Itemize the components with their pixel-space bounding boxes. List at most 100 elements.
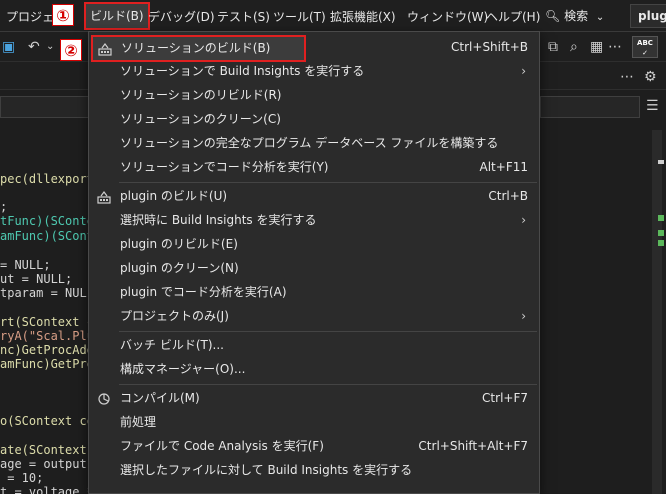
menu-item-build-solution[interactable]: ソリューションのビルド(B)	[91, 35, 306, 62]
menu-item-code-analysis-file[interactable]: ファイルで Code Analysis を実行(F) Ctrl+Shift+Al…	[90, 434, 538, 458]
menu-item-label: ソリューションの完全なプログラム データベース ファイルを構築する	[120, 136, 499, 150]
build-icon	[97, 188, 113, 204]
toolbar-icon-1[interactable]: ⧉	[548, 39, 558, 55]
code-line: = NULL;	[0, 258, 51, 272]
menu-test[interactable]: テスト(S)	[217, 6, 270, 28]
chevron-down-icon: ⌄	[595, 12, 605, 23]
compile-icon	[97, 390, 113, 406]
undo-dropdown-icon[interactable]: ⌄	[46, 39, 54, 55]
menu-item-batch-build[interactable]: バッチ ビルド(T)...	[90, 333, 538, 357]
menu-help[interactable]: ヘルプ(H)	[486, 6, 540, 28]
menu-item-rebuild-plugin[interactable]: plugin のリビルド(E)	[90, 232, 538, 256]
split-icon[interactable]: ☰	[646, 98, 659, 114]
code-line: nc)GetProcAdd	[0, 343, 94, 357]
menu-item-shortcut: Ctrl+B	[488, 189, 528, 203]
menu-item-label: 前処理	[120, 415, 157, 429]
menu-item-build-plugin[interactable]: plugin のビルド(U) Ctrl+B	[90, 184, 538, 208]
menu-item-build-insights-file[interactable]: 選択したファイルに対して Build Insights を実行する	[90, 458, 538, 482]
scroll-marker	[658, 230, 664, 236]
member-dropdown[interactable]	[540, 96, 640, 118]
scope-dropdown[interactable]	[0, 96, 90, 118]
menu-separator	[119, 384, 537, 385]
code-line: ut = NULL;	[0, 272, 73, 286]
annotation-badge-2: ②	[60, 39, 82, 61]
menu-item-code-analysis-plugin[interactable]: plugin でコード分析を実行(A)	[90, 280, 538, 304]
menu-item-label: plugin のビルド(U)	[120, 189, 228, 203]
build-icon	[98, 41, 114, 57]
code-line: rt(SContext c	[0, 315, 94, 329]
annotation-badge-1: ①	[52, 4, 74, 26]
menu-item-label: 選択時に Build Insights を実行する	[120, 213, 317, 227]
menu-item-label: ソリューションのビルド(B)	[121, 41, 271, 55]
search-label: 検索	[564, 9, 589, 23]
vertical-scrollbar[interactable]	[652, 130, 662, 494]
save-icon[interactable]: ▣	[2, 39, 15, 55]
scroll-marker	[658, 240, 664, 246]
menu-item-label: プロジェクトのみ(J)	[120, 309, 229, 323]
spell-check-button[interactable]: ABC ✓	[632, 36, 658, 58]
chevron-right-icon: ›	[521, 64, 526, 78]
menu-bar: プロジェク ① ビルド(B) デバッグ(D) テスト(S) ツール(T) 拡張機…	[0, 0, 666, 32]
code-line: tparam = NULL	[0, 286, 94, 300]
menu-item-label: plugin のリビルド(E)	[120, 237, 238, 251]
menu-item-shortcut: Alt+F11	[479, 160, 528, 174]
menu-item-shortcut: Ctrl+Shift+B	[451, 40, 528, 54]
menu-item-rebuild-solution[interactable]: ソリューションのリビルド(R)	[90, 83, 538, 107]
search-button[interactable]: 🔍︎ 検索 ⌄	[545, 5, 604, 27]
menu-item-build-insights-selection[interactable]: 選択時に Build Insights を実行する ›	[90, 208, 538, 232]
menu-item-label: ソリューションでコード分析を実行(Y)	[120, 160, 329, 174]
chevron-right-icon: ›	[521, 309, 526, 323]
code-line: tFunc)(SConte	[0, 214, 94, 228]
menu-item-label: ソリューションのリビルド(R)	[120, 88, 282, 102]
chevron-right-icon: ›	[521, 213, 526, 227]
menu-item-project-only[interactable]: プロジェクトのみ(J) ›	[90, 304, 538, 328]
menu-item-shortcut: Ctrl+F7	[482, 391, 528, 405]
menu-item-preprocess[interactable]: 前処理	[90, 410, 538, 434]
menu-item-label: 構成マネージャー(O)...	[120, 362, 246, 376]
menu-window[interactable]: ウィンドウ(W)	[407, 6, 488, 28]
more-icon[interactable]: ⋯	[608, 39, 622, 55]
menu-item-label: plugin でコード分析を実行(A)	[120, 285, 287, 299]
code-line: = 10;	[0, 471, 44, 485]
menu-item-configuration-manager[interactable]: 構成マネージャー(O)...	[90, 357, 538, 381]
code-line: ate(SContext	[0, 443, 87, 457]
gear-icon[interactable]: ⚙	[644, 69, 657, 85]
menu-item-compile[interactable]: コンパイル(M) Ctrl+F7	[90, 386, 538, 410]
search-icon: 🔍︎	[545, 9, 561, 23]
menu-item-label: バッチ ビルド(T)...	[120, 338, 224, 352]
code-line: ;	[0, 200, 8, 214]
menu-item-label: ファイルで Code Analysis を実行(F)	[120, 439, 324, 453]
menu-item-label: ソリューションのクリーン(C)	[120, 112, 281, 126]
code-line: age = output(c	[0, 457, 102, 471]
scroll-marker	[658, 160, 664, 164]
menu-separator	[119, 182, 537, 183]
toolbar-icon-2[interactable]: ▦	[590, 39, 603, 55]
menu-item-label: plugin のクリーン(N)	[120, 261, 239, 275]
menu-item-clean-plugin[interactable]: plugin のクリーン(N)	[90, 256, 538, 280]
menu-separator	[119, 331, 537, 332]
code-line: amFunc)GetPro	[0, 357, 94, 371]
menu-item-clean-solution[interactable]: ソリューションのクリーン(C)	[90, 107, 538, 131]
solution-tab[interactable]: plugin	[630, 4, 666, 28]
menu-build[interactable]: ビルド(B)	[84, 2, 150, 30]
menu-debug[interactable]: デバッグ(D)	[148, 6, 215, 28]
menu-item-build-insights-solution[interactable]: ソリューションで Build Insights を実行する ›	[90, 59, 538, 83]
scroll-marker	[658, 215, 664, 221]
build-menu-dropdown: ② ソリューションのビルド(B) Ctrl+Shift+B ソリューションで B…	[60, 31, 540, 494]
menu-item-label: 選択したファイルに対して Build Insights を実行する	[120, 463, 413, 477]
code-line: o(SContext co	[0, 414, 94, 428]
menu-item-label: コンパイル(M)	[120, 391, 200, 405]
undo-icon[interactable]: ↶	[28, 39, 40, 55]
menu-item-shortcut-row: Ctrl+Shift+B	[309, 35, 538, 59]
menu-item-label: ソリューションで Build Insights を実行する	[120, 64, 365, 78]
code-line: pec(dllexport	[0, 172, 94, 186]
menu-tools[interactable]: ツール(T)	[273, 6, 326, 28]
menu-item-build-full-pdb[interactable]: ソリューションの完全なプログラム データベース ファイルを構築する	[90, 131, 538, 155]
menu-item-shortcut: Ctrl+Shift+Alt+F7	[418, 439, 528, 453]
find-icon[interactable]: ⌕	[570, 39, 578, 55]
code-line: amFunc)(SConte	[0, 229, 102, 243]
overflow-icon[interactable]: ⋯	[620, 69, 634, 85]
menu-extensions[interactable]: 拡張機能(X)	[330, 6, 396, 28]
menu-item-code-analysis-solution[interactable]: ソリューションでコード分析を実行(Y) Alt+F11	[90, 155, 538, 179]
code-line: ryA("Scal.Plu	[0, 329, 94, 343]
